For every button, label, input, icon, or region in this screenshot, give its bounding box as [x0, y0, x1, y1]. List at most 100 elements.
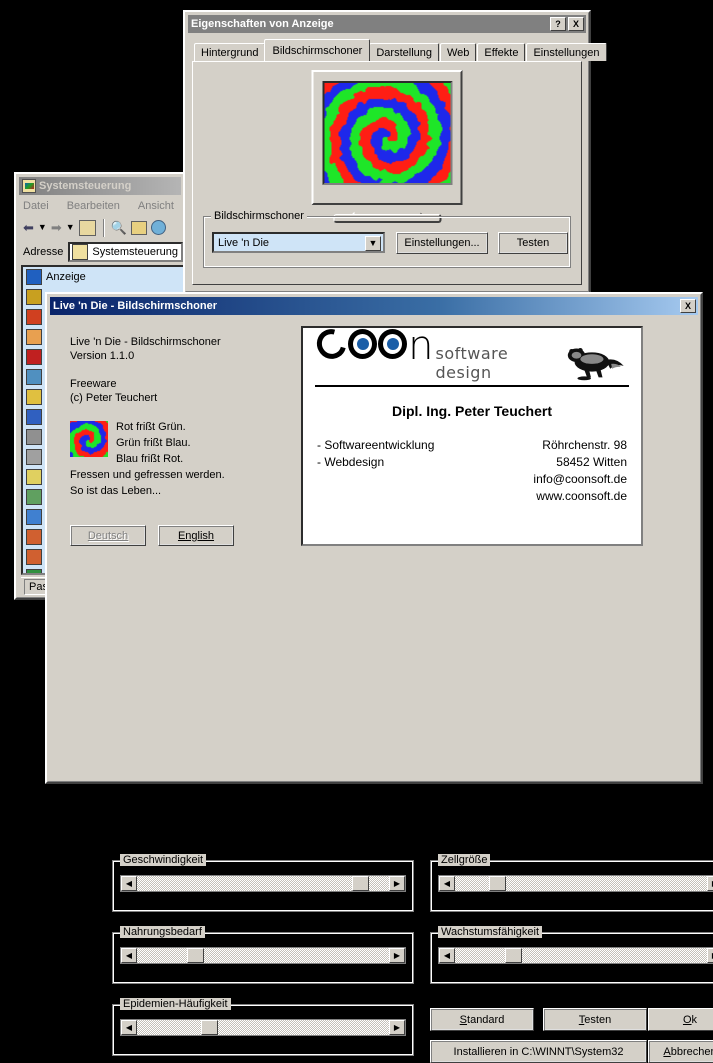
- slider-value: 3: [577, 965, 585, 977]
- tab-hintergrund[interactable]: Hintergrund: [194, 43, 266, 61]
- back-chevron-down-icon[interactable]: ▼: [38, 223, 47, 232]
- slider-group-zellgroesse: Zellgröße◀▶kleinergrößer2: [430, 854, 713, 912]
- chevron-down-icon[interactable]: ▼: [365, 236, 381, 251]
- language-english-label: English: [177, 529, 215, 542]
- business-card-services: - Softwareentwicklung - Webdesign: [317, 437, 434, 505]
- slider-decrease-arrow-icon[interactable]: ◀: [121, 876, 137, 891]
- address-value: Systemsteuerung: [92, 246, 178, 258]
- rule-blue: Blau frißt Rot.: [116, 453, 184, 465]
- folders-icon[interactable]: [130, 220, 147, 235]
- tab-label: Effekte: [484, 46, 519, 59]
- display-properties-tabs[interactable]: Hintergrund Bildschirmschoner Darstellung W…: [194, 39, 607, 61]
- control-panel-toolbar[interactable]: ⬅ ▼ ➡ ▼ 🔍: [17, 215, 183, 241]
- menu-item-bearbeiten[interactable]: Bearbeiten: [67, 200, 120, 212]
- forward-icon[interactable]: ➡: [51, 220, 62, 236]
- slider-thumb[interactable]: [504, 948, 522, 963]
- tab-einstellungen[interactable]: Einstellungen: [526, 43, 607, 61]
- list-item-icon: [26, 529, 42, 545]
- tab-web[interactable]: Web: [440, 43, 477, 61]
- slider-thumb[interactable]: [352, 876, 370, 891]
- close-icon[interactable]: X: [680, 299, 696, 313]
- product-name: Live 'n Die - Bildschirmschoner: [70, 336, 221, 348]
- slider-track-zellgr--e[interactable]: ◀▶: [438, 875, 713, 892]
- ok-label-rest: k: [691, 1013, 698, 1026]
- address-bar[interactable]: Adresse Systemsteuerung: [17, 241, 183, 263]
- slider-increase-arrow-icon[interactable]: ▶: [707, 876, 713, 891]
- slider-group-nahrungsbedarf: Nahrungsbedarf ◀ ▶ niedrig hoch 3: [112, 926, 414, 984]
- screensaver-select-value: Live 'n Die: [218, 236, 270, 249]
- slider-legend: Wachstumsfähigkeit: [438, 926, 543, 938]
- list-item-icon: [26, 369, 42, 385]
- ok-button[interactable]: Ok: [648, 1008, 713, 1031]
- logo-letter-o2: [378, 329, 408, 359]
- control-panel-icon: [22, 179, 36, 193]
- control-panel-titlebar[interactable]: Systemsteuerung: [19, 177, 181, 195]
- spiral-preview-canvas: [324, 83, 451, 183]
- slider-group-epidemien-haeufigkeit: Epidemien-Häufigkeit ◀ ▶ nie häufiger 3: [112, 998, 414, 1056]
- close-icon[interactable]: X: [568, 17, 584, 31]
- list-item-icon: [26, 309, 42, 325]
- list-item[interactable]: Anzeige: [23, 267, 183, 287]
- slider-track-geschwindigkeit[interactable]: ◀ ▶: [120, 875, 406, 892]
- tab-effekte[interactable]: Effekte: [477, 43, 526, 61]
- business-card-address: Röhrchenstr. 98 58452 Witten info@coonso…: [533, 437, 627, 505]
- screensaver-dialog-titlebar[interactable]: Live 'n Die - Bildschirmschoner X: [50, 297, 698, 315]
- tab-label: Einstellungen: [533, 46, 600, 59]
- test-label-rest: esten: [584, 1013, 612, 1026]
- screensaver-settings-dialog[interactable]: Live 'n Die - Bildschirmschoner X Live '…: [45, 292, 713, 1063]
- screensaver-select[interactable]: Live 'n Die ▼: [212, 232, 385, 253]
- slider-thumb[interactable]: [186, 948, 204, 963]
- address-input[interactable]: Systemsteuerung: [68, 242, 183, 262]
- install-button[interactable]: Installieren in C:\WINNT\System32: [430, 1040, 647, 1063]
- cancel-button[interactable]: Abbrechen: [648, 1040, 713, 1063]
- slider-track-epidemien-h-ufigkeit[interactable]: ◀ ▶: [120, 1019, 406, 1036]
- tab-bildschirmschoner[interactable]: Bildschirmschoner: [264, 39, 371, 61]
- slider-thumb[interactable]: [488, 876, 506, 891]
- slider-group-geschwindigkeit: Geschwindigkeit ◀ ▶ langsamer schneller 10: [112, 854, 414, 912]
- display-properties-titlebar[interactable]: Eigenschaften von Anzeige ? X: [188, 15, 586, 33]
- search-icon[interactable]: 🔍: [111, 220, 127, 236]
- logo-letter-o1: [348, 329, 378, 359]
- list-item-icon: [26, 489, 42, 505]
- slider-increase-arrow-icon[interactable]: ▶: [389, 1020, 405, 1035]
- slider-increase-arrow-icon[interactable]: ▶: [707, 948, 713, 963]
- slider-decrease-arrow-icon[interactable]: ◀: [439, 948, 455, 963]
- up-icon[interactable]: [78, 219, 96, 236]
- back-icon[interactable]: ⬅: [23, 220, 34, 236]
- language-german-button[interactable]: Deutsch: [70, 525, 146, 546]
- slider-track-wachstumsf-higkeit[interactable]: ◀▶: [438, 947, 713, 964]
- tab-label: Hintergrund: [201, 46, 259, 59]
- tab-darstellung[interactable]: Darstellung: [369, 43, 439, 61]
- screensaver-test-button[interactable]: Testen: [498, 232, 568, 254]
- menu-item-ansicht[interactable]: Ansicht: [138, 200, 174, 212]
- slider-thumb[interactable]: [200, 1020, 218, 1035]
- list-item-icon: [26, 449, 42, 465]
- list-item-icon: [26, 469, 42, 485]
- address-label: Adresse: [23, 246, 64, 258]
- slider-decrease-arrow-icon[interactable]: ◀: [121, 948, 137, 963]
- slider-decrease-arrow-icon[interactable]: ◀: [439, 876, 455, 891]
- history-icon[interactable]: [150, 220, 166, 235]
- license-type: Freeware: [70, 378, 117, 390]
- test-button[interactable]: Testen: [543, 1008, 647, 1031]
- control-panel-small-icon: [72, 244, 89, 260]
- slider-increase-arrow-icon[interactable]: ▶: [389, 948, 405, 963]
- slider-increase-arrow-icon[interactable]: ▶: [389, 876, 405, 891]
- control-panel-menubar[interactable]: Datei Bearbeiten Ansicht: [17, 197, 183, 215]
- slider-decrease-arrow-icon[interactable]: ◀: [121, 1020, 137, 1035]
- screensaver-settings-button[interactable]: Einstellungen...: [396, 232, 488, 254]
- help-button[interactable]: ?: [550, 17, 566, 31]
- cancel-label-rest: bbrechen: [670, 1045, 713, 1058]
- standard-button[interactable]: Standard: [430, 1008, 534, 1031]
- monitor-neck: [352, 205, 422, 214]
- list-item-icon: [26, 389, 42, 405]
- monitor-case: [311, 70, 463, 205]
- forward-chevron-down-icon[interactable]: ▼: [66, 223, 75, 232]
- business-card: n software design Dipl. Ing. Peter Teuch…: [301, 323, 643, 546]
- monitor-preview: [311, 70, 463, 223]
- language-english-button[interactable]: English: [158, 525, 234, 546]
- menu-item-datei[interactable]: Datei: [23, 200, 49, 212]
- slider-track-nahrungsbedarf[interactable]: ◀ ▶: [120, 947, 406, 964]
- display-properties-window[interactable]: Eigenschaften von Anzeige ? X Hintergrun…: [183, 10, 607, 294]
- list-item-icon: [26, 509, 42, 525]
